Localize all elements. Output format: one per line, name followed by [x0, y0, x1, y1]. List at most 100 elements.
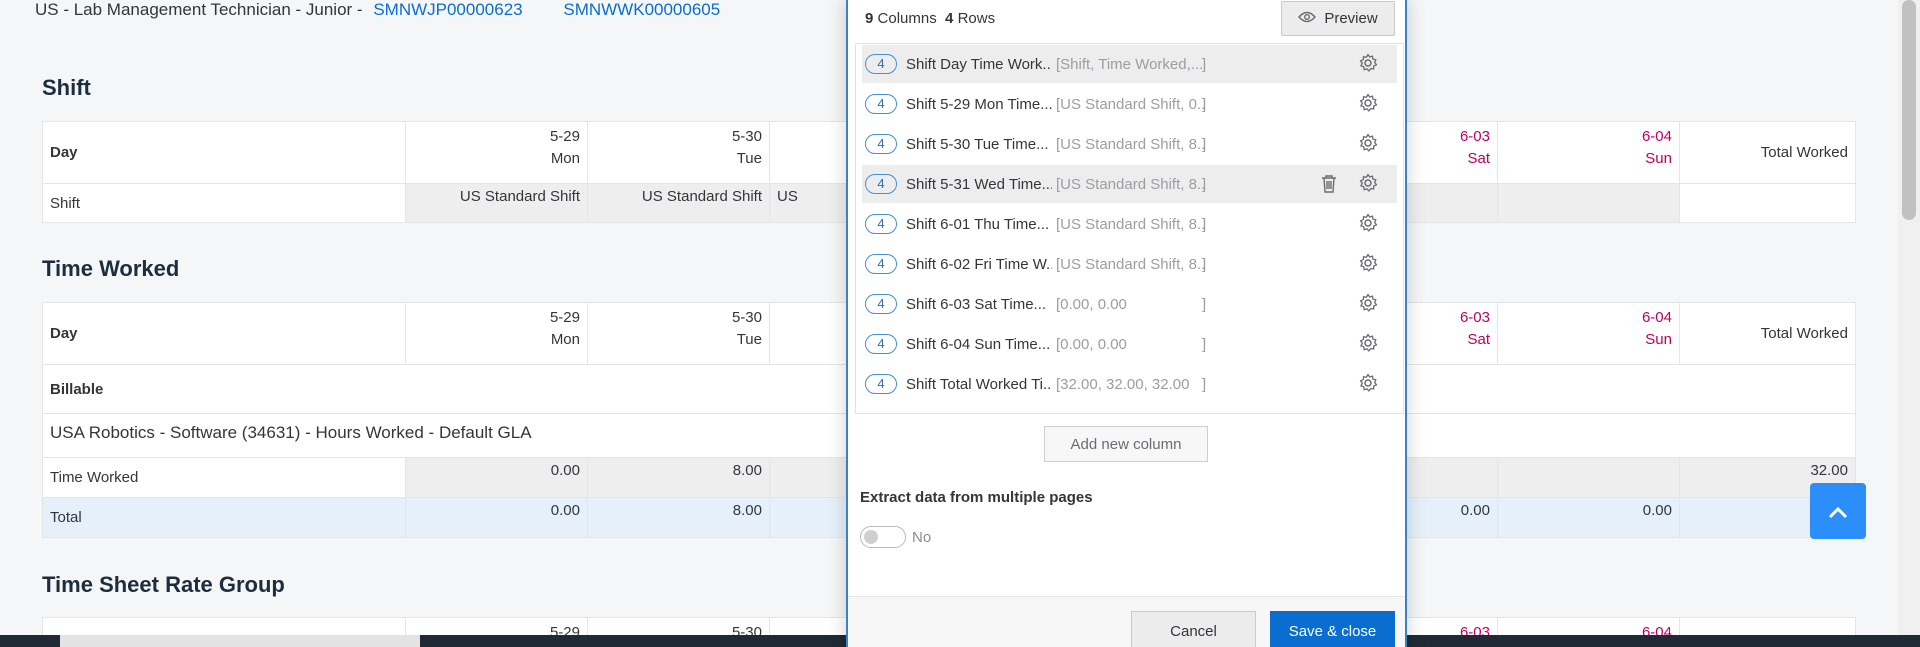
total-cell: 8.00: [587, 497, 770, 538]
column-sample-values: [0.00, 0.00: [1056, 335, 1127, 353]
column-sample-close: ]: [1202, 375, 1207, 393]
shift-cell[interactable]: [1497, 183, 1680, 223]
column-name[interactable]: Shift 6-04 Sun Time...: [906, 336, 1052, 353]
shift-total-cell: [1679, 183, 1856, 223]
page-header: US - Lab Management Technician - Junior …: [35, 0, 720, 20]
column-sample-values: [0.00, 0.00: [1056, 295, 1127, 313]
vertical-scrollbar[interactable]: [1898, 0, 1920, 647]
day-label: Day: [42, 302, 406, 365]
total-cell: 0.00: [405, 497, 588, 538]
column-list-item[interactable]: 4 Shift 5-30 Tue Time... [US Standard Shif…: [862, 125, 1397, 163]
column-name[interactable]: Shift Day Time Work...: [906, 56, 1052, 73]
time-worked-section-title: Time Worked: [42, 256, 180, 281]
gear-icon[interactable]: [1358, 53, 1378, 77]
column-list-item[interactable]: 4 Shift 6-03 Sat Time... [0.00, 0.00]: [862, 285, 1397, 323]
column-sample-close: ]: [1202, 255, 1207, 273]
total-worked-header: Total Worked: [1679, 302, 1856, 365]
row-count-badge: 4: [865, 294, 897, 314]
scrollbar-thumb[interactable]: [1902, 0, 1916, 220]
row-count-badge: 4: [865, 54, 897, 74]
total-row-label: Total: [42, 497, 406, 538]
gear-icon[interactable]: [1358, 293, 1378, 317]
preview-button[interactable]: Preview: [1281, 1, 1395, 36]
time-worked-cell[interactable]: [1497, 457, 1680, 498]
column-list-item[interactable]: 4 Shift Day Time Work... [Shift, Time Work…: [862, 45, 1397, 83]
toggle-state-label: No: [912, 529, 932, 546]
row-count-badge: 4: [865, 94, 897, 114]
day-header-mon: 5-29 Mon: [405, 121, 588, 184]
shift-cell[interactable]: US Standard Shift: [405, 183, 588, 223]
row-count-badge: 4: [865, 374, 897, 394]
eye-icon: [1298, 10, 1317, 27]
shift-section-title: Shift: [42, 75, 91, 100]
time-worked-cell[interactable]: 8.00: [587, 457, 770, 498]
column-sample-values: [US Standard Shift, 8...: [1056, 135, 1204, 153]
column-name[interactable]: Shift 6-02 Fri Time W...: [906, 256, 1052, 273]
day-header-tue: 5-30 Tue: [587, 302, 770, 365]
scroll-to-top-button[interactable]: [1810, 483, 1866, 539]
column-list: 4 Shift Day Time Work... [Shift, Time Work…: [855, 43, 1404, 414]
column-list-item[interactable]: 4 Shift 6-02 Fri Time W... [US Standard Sh…: [862, 245, 1397, 283]
row-count-badge: 4: [865, 214, 897, 234]
column-sample-values: [US Standard Shift, 8...: [1056, 175, 1204, 193]
column-sample-close: ]: [1202, 215, 1207, 233]
column-list-item[interactable]: 4 Shift Total Worked Ti... [32.00, 32.00, …: [862, 365, 1397, 403]
column-sample-close: ]: [1202, 175, 1207, 193]
time-worked-cell[interactable]: 0.00: [405, 457, 588, 498]
assignment-link[interactable]: SMNWJP00000623: [373, 0, 522, 19]
day-label: Day: [42, 121, 406, 184]
job-title: US - Lab Management Technician - Junior …: [35, 0, 363, 19]
column-sample-values: [US Standard Shift, 8...: [1056, 215, 1204, 233]
row-count-badge: 4: [865, 134, 897, 154]
column-sample-close: ]: [1202, 95, 1207, 113]
column-list-item[interactable]: 4 Shift 5-31 Wed Time... [US Standard Shif…: [862, 165, 1397, 203]
column-sample-values: [Shift, Time Worked,...: [1056, 55, 1204, 73]
day-header-mon: 5-29 Mon: [405, 302, 588, 365]
column-sample-close: ]: [1202, 55, 1207, 73]
column-sample-values: [US Standard Shift, 0...: [1056, 95, 1204, 113]
time-worked-row-label: Time Worked: [42, 457, 406, 498]
gear-icon[interactable]: [1358, 133, 1378, 157]
column-name[interactable]: Shift Total Worked Ti...: [906, 376, 1052, 393]
column-list-item[interactable]: 4 Shift 6-04 Sun Time... [0.00, 0.00]: [862, 325, 1397, 363]
total-cell: 0.00: [1497, 497, 1680, 538]
column-config-dialog: 9 Columns 4 Rows Preview 4 Shift Day Time…: [846, 0, 1407, 647]
column-name[interactable]: Shift 6-03 Sat Time...: [906, 296, 1052, 313]
gear-icon[interactable]: [1358, 333, 1378, 357]
column-name[interactable]: Shift 6-01 Thu Time...: [906, 216, 1052, 233]
column-row-count: 9 Columns 4 Rows: [865, 10, 996, 27]
column-list-item[interactable]: 4 Shift 5-29 Mon Time... [US Standard Shif…: [862, 85, 1397, 123]
trash-icon[interactable]: [1320, 174, 1338, 198]
add-new-column-button[interactable]: Add new column: [1044, 426, 1208, 462]
rate-group-section-title: Time Sheet Rate Group: [42, 572, 285, 597]
total-worked-header: Total Worked: [1679, 121, 1856, 184]
gear-icon[interactable]: [1358, 173, 1378, 197]
extract-multiple-pages-label: Extract data from multiple pages: [860, 489, 1093, 506]
column-sample-close: ]: [1202, 135, 1207, 153]
column-name[interactable]: Shift 5-29 Mon Time...: [906, 96, 1052, 113]
column-sample-values: [US Standard Shift, 8...: [1056, 255, 1204, 273]
shift-cell[interactable]: US Standard Shift: [587, 183, 770, 223]
gear-icon[interactable]: [1358, 93, 1378, 117]
column-name[interactable]: Shift 5-31 Wed Time...: [906, 176, 1052, 193]
cancel-button[interactable]: Cancel: [1131, 611, 1256, 647]
column-list-item[interactable]: 4 Shift 6-01 Thu Time... [US Standard Shif…: [862, 205, 1397, 243]
gear-icon[interactable]: [1358, 253, 1378, 277]
day-header-sun: 6-04 Sun: [1497, 302, 1680, 365]
day-header-tue: 5-30 Tue: [587, 121, 770, 184]
row-count-badge: 4: [865, 334, 897, 354]
gear-icon[interactable]: [1358, 373, 1378, 397]
taskbar-item[interactable]: [60, 635, 420, 647]
day-header-sun: 6-04 Sun: [1497, 121, 1680, 184]
row-count-badge: 4: [865, 174, 897, 194]
column-sample-values: [32.00, 32.00, 32.00: [1056, 375, 1190, 393]
worker-link[interactable]: SMNWWK00000605: [563, 0, 720, 19]
row-count-badge: 4: [865, 254, 897, 274]
column-sample-close: ]: [1202, 295, 1207, 313]
shift-row-label: Shift: [42, 183, 406, 223]
column-name[interactable]: Shift 5-30 Tue Time...: [906, 136, 1052, 153]
extract-pages-toggle[interactable]: [860, 526, 906, 548]
save-close-button[interactable]: Save & close: [1270, 611, 1395, 647]
chevron-up-icon: [1827, 496, 1849, 527]
gear-icon[interactable]: [1358, 213, 1378, 237]
